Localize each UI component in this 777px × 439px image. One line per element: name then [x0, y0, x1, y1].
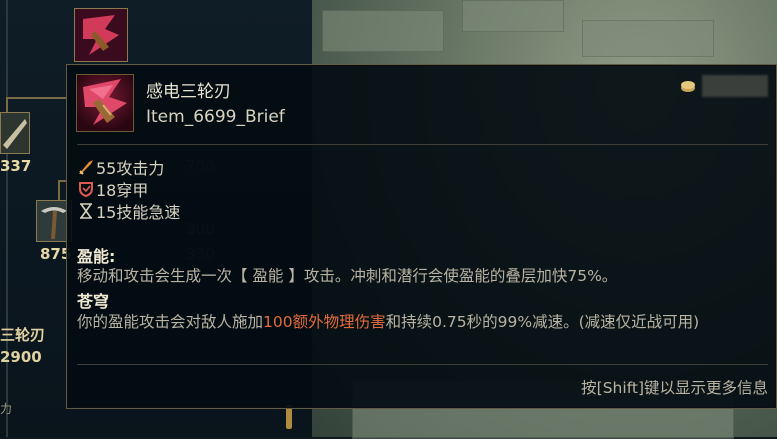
shop-count-1: 337	[0, 157, 32, 175]
footer-divider	[77, 364, 768, 365]
passive-desc-1: 移动和攻击会生成一次【 盈能 】攻击。冲刺和潜行会使盈能的叠层加快75%。	[77, 267, 618, 285]
passive-desc-2-before: 你的盈能攻击会对敌人施加	[77, 313, 264, 331]
item-icon	[76, 74, 134, 132]
stat-armor-penetration: 18穿甲	[77, 178, 148, 200]
shop-item-price: 2900	[0, 348, 42, 366]
attack-damage-icon	[77, 158, 95, 176]
damage-highlight: 100额外物理伤害	[263, 313, 386, 331]
item-title: 感电三轮刃	[146, 82, 231, 102]
armor-penetration-icon	[77, 180, 95, 198]
shop-item-blade-icon[interactable]	[0, 112, 30, 154]
item-cost	[680, 75, 768, 97]
stat-text: 18穿甲	[96, 181, 149, 200]
passive-desc-2-after: 和持续0.75秒的99%减速。(减速仅近战可用)	[385, 313, 700, 331]
passive-name-2: 苍穹	[77, 292, 110, 311]
ability-haste-icon	[77, 202, 95, 220]
shop-item-name: 三轮刃	[0, 326, 46, 344]
passive-desc-2: 你的盈能攻击会对敌人施加100额外物理伤害和持续0.75秒的99%减速。(减速仅…	[77, 311, 767, 333]
shop-misc-text: 力	[0, 402, 13, 416]
gold-coin-icon	[681, 81, 695, 92]
stat-text: 15技能急速	[96, 203, 181, 222]
shift-hint: 按[Shift]键以显示更多信息	[581, 379, 768, 397]
item-subtitle: Item_6699_Brief	[146, 107, 285, 127]
stat-attack-damage: 55攻击力	[77, 156, 164, 178]
stat-text: 55攻击力	[96, 159, 165, 178]
item-cost-redacted	[702, 75, 768, 97]
stat-ability-haste: 15技能急速	[77, 200, 180, 222]
passive-name-1: 盈能:	[77, 247, 116, 266]
item-tooltip: 感电三轮刃 Item_6699_Brief 55攻击力 18穿甲 15技能急速 …	[66, 64, 777, 409]
shop-item-top-icon[interactable]	[74, 8, 128, 62]
title-divider	[77, 144, 768, 145]
